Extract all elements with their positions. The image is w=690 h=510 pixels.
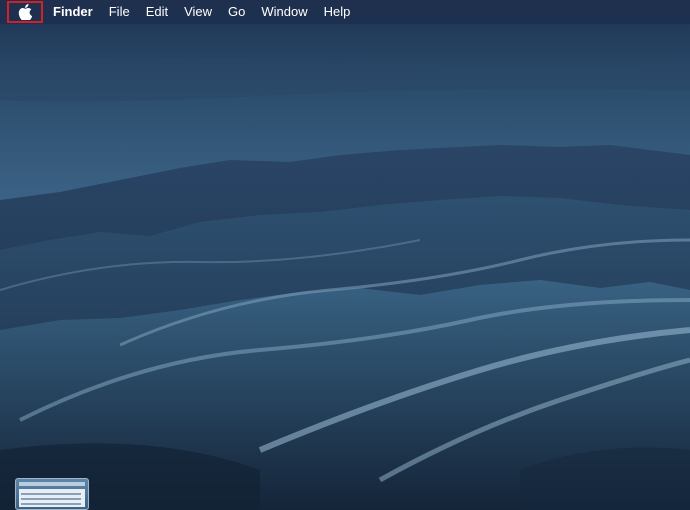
- menu-file[interactable]: File: [101, 0, 138, 24]
- menu-help[interactable]: Help: [316, 0, 359, 24]
- apple-logo-icon: [18, 4, 32, 20]
- apple-menu-button[interactable]: [7, 1, 43, 23]
- thumbnail-row: [21, 503, 81, 505]
- menu-view[interactable]: View: [176, 0, 220, 24]
- menu-finder[interactable]: Finder: [45, 0, 101, 24]
- thumbnail-row: [21, 498, 81, 500]
- menu-go[interactable]: Go: [220, 0, 253, 24]
- menu-bar: Finder File Edit View Go Window Help: [0, 0, 690, 24]
- menu-window[interactable]: Window: [253, 0, 315, 24]
- desktop: Finder File Edit View Go Window Help: [0, 0, 690, 510]
- thumbnail-toolbar: [19, 482, 85, 486]
- screenshot-thumbnail[interactable]: [15, 478, 89, 510]
- desktop-wallpaper: [0, 0, 690, 510]
- thumbnail-row: [21, 493, 81, 495]
- menu-edit[interactable]: Edit: [138, 0, 176, 24]
